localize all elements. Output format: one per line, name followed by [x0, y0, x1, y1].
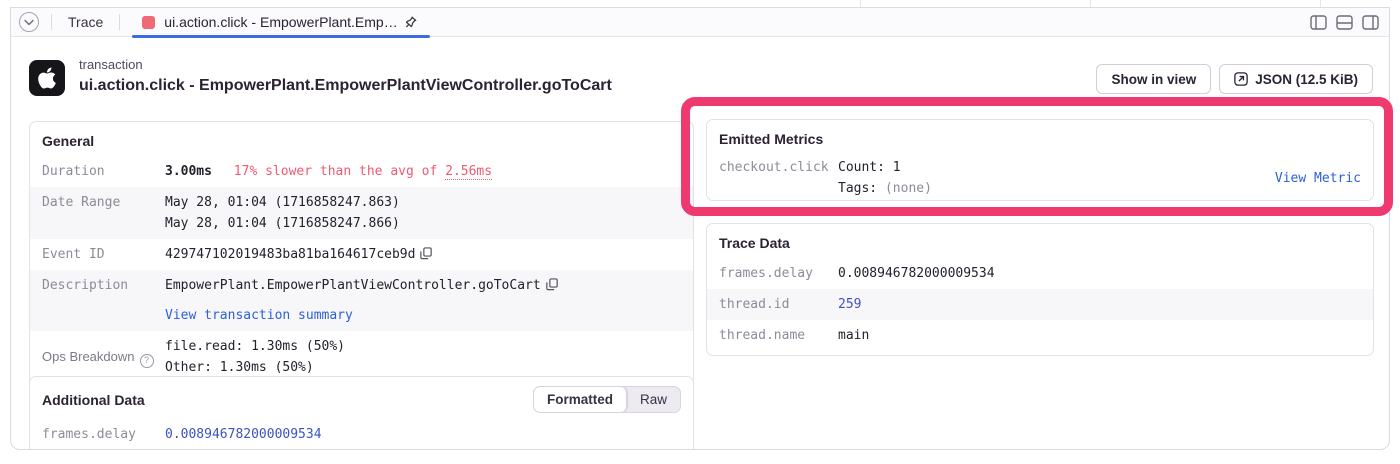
ops-breakdown-value: file.read: 1.30ms (50%) Other: 1.30ms (5… [165, 336, 345, 378]
event-title: ui.action.click - EmpowerPlant.EmpowerPl… [79, 74, 612, 98]
background-page-strip [0, 0, 1400, 7]
frames-delay-key: frames.delay [719, 263, 838, 284]
date-range-row: Date Range May 28, 01:04 (1716858247.863… [30, 187, 693, 239]
view-transaction-summary-link[interactable]: View transaction summary [165, 308, 353, 323]
tab-label: ui.action.click - EmpowerPlant.Emp… [164, 14, 394, 30]
breadcrumb-trace[interactable]: Trace [64, 14, 107, 30]
trace-data-panel: Trace Data frames.delay 0.00894678200000… [706, 223, 1374, 356]
event-header: transaction ui.action.click - EmpowerPla… [29, 56, 1373, 98]
thread-id-key: thread.id [719, 294, 838, 315]
json-download-button[interactable]: JSON (12.5 KiB) [1219, 64, 1373, 94]
drawer-tab-bar: Trace ui.action.click - EmpowerPlant.Emp… [11, 8, 1389, 37]
table-row: frames.delay 0.008946782000009534 [707, 258, 1373, 289]
date-range-value: May 28, 01:04 (1716858247.863) May 28, 0… [165, 192, 400, 234]
copy-icon[interactable] [546, 278, 558, 291]
background-divider [860, 0, 861, 7]
table-row: frames.delay 0.008946782000009534 [30, 419, 693, 450]
emitted-metrics-panel: Emitted Metrics checkout.click Count: 1 … [706, 119, 1374, 201]
dock-right-icon[interactable] [1362, 15, 1379, 30]
table-row: thread.id 259 [707, 289, 1373, 320]
duration-ms: 3.00ms [165, 164, 212, 179]
external-link-icon [1234, 72, 1248, 86]
additional-data-title: Additional Data [42, 392, 145, 408]
duration-slower-note: 17% slower than the avg of 2.56ms [234, 164, 492, 179]
table-row: thread.name main [707, 320, 1373, 355]
duration-value: 3.00ms 17% slower than the avg of 2.56ms [165, 161, 492, 182]
format-toggle: Formatted Raw [533, 386, 681, 413]
metric-name: checkout.click [719, 157, 838, 178]
description-key: Description [42, 275, 165, 326]
view-metric-link[interactable]: View Metric [1275, 168, 1361, 189]
pin-icon[interactable] [403, 15, 418, 30]
emitted-metrics-title: Emitted Metrics [707, 120, 1373, 154]
background-divider [1090, 0, 1091, 7]
ops-file-read: file.read: 1.30ms (50%) [165, 336, 345, 357]
general-panel-title: General [30, 122, 693, 156]
header-buttons: Show in view JSON (12.5 KiB) [1096, 64, 1373, 94]
ops-breakdown-key: Ops Breakdown? [42, 346, 165, 368]
raw-toggle-button[interactable]: Raw [627, 387, 680, 412]
metric-values: Count: 1 Tags: (none) [838, 157, 932, 199]
additional-data-panel: Additional Data Formatted Raw frames.del… [29, 376, 694, 450]
date-range-key: Date Range [42, 192, 165, 234]
trace-drawer: Trace ui.action.click - EmpowerPlant.Emp… [10, 7, 1390, 450]
additional-data-header: Additional Data Formatted Raw [30, 377, 693, 419]
thread-name-value: main [838, 325, 869, 346]
description-row: Description EmpowerPlant.EmpowerPlantVie… [30, 270, 693, 331]
chevron-down-icon [24, 19, 34, 26]
frames-delay-value: 0.008946782000009534 [165, 424, 322, 445]
metric-count: Count: 1 [838, 157, 932, 178]
help-icon[interactable]: ? [140, 354, 154, 368]
json-button-label: JSON (12.5 KiB) [1255, 72, 1358, 87]
thread-id-value: 259 [838, 294, 861, 315]
thread-name-key: thread.name [719, 325, 838, 346]
background-divider [1320, 0, 1321, 7]
description-value: EmpowerPlant.EmpowerPlantViewController.… [165, 275, 558, 326]
tab-separator [119, 14, 120, 30]
frames-delay-key: frames.delay [42, 424, 165, 445]
event-id-value: 429747102019483ba81ba164617ceb9d [165, 244, 432, 265]
event-id-key: Event ID [42, 244, 165, 265]
show-in-view-button[interactable]: Show in view [1096, 64, 1211, 94]
general-panel: General Duration 3.00ms 17% slower than … [29, 121, 694, 389]
date-range-end: May 28, 01:04 (1716858247.866) [165, 213, 400, 234]
date-range-start: May 28, 01:04 (1716858247.863) [165, 192, 400, 213]
copy-icon[interactable] [420, 247, 432, 260]
metric-tags: Tags: (none) [838, 178, 932, 199]
tab-separator [51, 14, 52, 30]
duration-key: Duration [42, 161, 165, 182]
duration-row: Duration 3.00ms 17% slower than the avg … [30, 156, 693, 187]
event-id-row: Event ID 429747102019483ba81ba164617ceb9… [30, 239, 693, 270]
minimize-drawer-button[interactable] [19, 12, 39, 32]
event-header-text: transaction ui.action.click - EmpowerPla… [79, 56, 612, 98]
drawer-layout-controls [1310, 15, 1379, 30]
emitted-metric-row: checkout.click Count: 1 Tags: (none) Vie… [707, 154, 1373, 204]
ops-other: Other: 1.30ms (50%) [165, 357, 345, 378]
frames-delay-value: 0.008946782000009534 [838, 263, 995, 284]
dock-left-icon[interactable] [1310, 15, 1327, 30]
trace-data-title: Trace Data [707, 224, 1373, 258]
apple-platform-icon [29, 60, 65, 96]
tab-transaction-active[interactable]: ui.action.click - EmpowerPlant.Emp… [132, 8, 430, 37]
avg-duration-tooltip[interactable]: 2.56ms [445, 164, 492, 180]
transaction-marker-icon [142, 16, 155, 29]
trace-drawer-page: Trace ui.action.click - EmpowerPlant.Emp… [0, 0, 1400, 464]
formatted-toggle-button[interactable]: Formatted [534, 387, 627, 412]
dock-bottom-icon[interactable] [1336, 15, 1353, 30]
event-type-label: transaction [79, 56, 612, 74]
show-in-view-label: Show in view [1111, 72, 1196, 87]
